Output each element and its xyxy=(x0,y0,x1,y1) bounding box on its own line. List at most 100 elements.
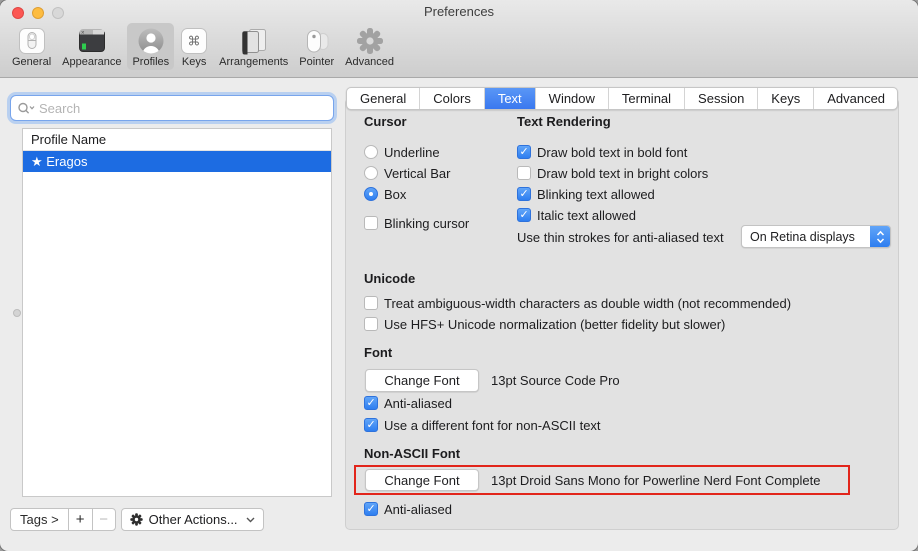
keys-command-icon: ⌘ xyxy=(180,26,208,55)
general-switch-icon xyxy=(18,26,46,55)
toolbar-item-label: Appearance xyxy=(62,56,121,68)
profile-search-field[interactable] xyxy=(10,95,334,121)
font-section-title: Font xyxy=(364,345,392,360)
toolbar-item-label: Pointer xyxy=(299,56,334,68)
other-actions-label: Other Actions... xyxy=(149,512,240,527)
arrangements-windows-icon xyxy=(240,26,268,55)
radio-label: Vertical Bar xyxy=(384,166,450,181)
hfs-normalization-checkbox[interactable] xyxy=(364,317,378,331)
draw-bold-bright-checkbox[interactable] xyxy=(517,166,531,180)
tab-text[interactable]: Text xyxy=(484,88,535,109)
toolbar-item-label: Profiles xyxy=(132,56,169,68)
toolbar-item-appearance[interactable]: × Appearance xyxy=(57,23,126,70)
tab-colors[interactable]: Colors xyxy=(419,88,484,109)
profiles-person-icon xyxy=(137,26,165,55)
svg-text:×: × xyxy=(81,30,85,36)
tab-keys[interactable]: Keys xyxy=(757,88,813,109)
toolbar-item-label: Keys xyxy=(182,56,206,68)
toolbar-item-keys[interactable]: ⌘ Keys xyxy=(175,23,213,70)
tags-button[interactable]: Tags > xyxy=(10,508,69,531)
box-radio[interactable] xyxy=(364,187,378,201)
toolbar-item-label: General xyxy=(12,56,51,68)
change-non-ascii-font-button[interactable]: Change Font xyxy=(365,469,479,491)
checkbox-label: Treat ambiguous-width characters as doub… xyxy=(384,296,791,311)
checkbox-row-different-non-ascii: Use a different font for non-ASCII text xyxy=(364,416,601,434)
radio-label: Underline xyxy=(384,145,440,160)
ambiguous-width-checkbox[interactable] xyxy=(364,296,378,310)
non-ascii-font-value: 13pt Droid Sans Mono for Powerline Nerd … xyxy=(491,473,821,488)
checkbox-label: Draw bold text in bright colors xyxy=(537,166,708,181)
profile-settings-panel: General Colors Text Window Terminal Sess… xyxy=(345,98,899,530)
radio-label: Box xyxy=(384,187,406,202)
checkbox-label: Anti-aliased xyxy=(384,396,452,411)
tab-advanced[interactable]: Advanced xyxy=(813,88,898,109)
tab-window[interactable]: Window xyxy=(535,88,608,109)
chevron-down-icon xyxy=(246,517,255,523)
svg-text:⌘: ⌘ xyxy=(188,33,201,48)
checkbox-row-hfs-normalization: Use HFS+ Unicode normalization (better f… xyxy=(364,315,725,333)
radio-row-vertical-bar: Vertical Bar xyxy=(364,164,450,182)
other-actions-button[interactable]: Other Actions... xyxy=(121,508,264,531)
cursor-section-title: Cursor xyxy=(364,114,407,129)
toolbar: General × Appearance Profiles ⌘ Keys xyxy=(7,23,399,70)
blinking-text-checkbox[interactable] xyxy=(517,187,531,201)
checkbox-label: Blinking text allowed xyxy=(537,187,655,202)
checkbox-row-blinking-cursor: Blinking cursor xyxy=(364,214,469,232)
window-title: Preferences xyxy=(0,4,918,19)
sidebar-footer: Tags > + − Other Actions... xyxy=(10,508,264,531)
toolbar-item-label: Arrangements xyxy=(219,56,288,68)
checkbox-label: Italic text allowed xyxy=(537,208,636,223)
vertical-bar-radio[interactable] xyxy=(364,166,378,180)
tab-session[interactable]: Session xyxy=(684,88,757,109)
non-ascii-antialiased-checkbox[interactable] xyxy=(364,502,378,516)
checkbox-row-blinking-text: Blinking text allowed xyxy=(517,185,655,203)
toolbar-item-label: Advanced xyxy=(345,56,394,68)
toolbar-item-general[interactable]: General xyxy=(7,23,56,70)
italic-text-checkbox[interactable] xyxy=(517,208,531,222)
thin-strokes-dropdown[interactable]: On Retina displays xyxy=(741,225,891,248)
tab-general[interactable]: General xyxy=(347,88,419,109)
gear-icon xyxy=(130,513,143,526)
antialiased-checkbox[interactable] xyxy=(364,396,378,410)
underline-radio[interactable] xyxy=(364,145,378,159)
stepper-arrows-icon xyxy=(870,226,890,247)
checkbox-label: Anti-aliased xyxy=(384,502,452,517)
checkbox-label: Use HFS+ Unicode normalization (better f… xyxy=(384,317,725,332)
different-non-ascii-checkbox[interactable] xyxy=(364,418,378,432)
checkbox-row-italic-text: Italic text allowed xyxy=(517,206,636,224)
splitter-handle[interactable] xyxy=(13,309,21,317)
unicode-section-title: Unicode xyxy=(364,271,415,286)
tab-bar: General Colors Text Window Terminal Sess… xyxy=(346,87,898,110)
toolbar-item-arrangements[interactable]: Arrangements xyxy=(214,23,293,70)
tab-terminal[interactable]: Terminal xyxy=(608,88,684,109)
search-input[interactable] xyxy=(36,101,333,116)
profile-row-eragos[interactable]: ★ Eragos xyxy=(23,151,331,172)
search-icon xyxy=(17,102,36,115)
font-value: 13pt Source Code Pro xyxy=(491,373,620,388)
pointer-mouse-icon xyxy=(303,26,331,55)
draw-bold-in-bold-checkbox[interactable] xyxy=(517,145,531,159)
change-font-button[interactable]: Change Font xyxy=(365,369,479,392)
checkbox-label: Draw bold text in bold font xyxy=(537,145,687,160)
add-profile-button[interactable]: + xyxy=(68,508,93,531)
radio-row-box: Box xyxy=(364,185,406,203)
thin-strokes-label-row: Use thin strokes for anti-aliased text xyxy=(517,228,724,246)
checkbox-row-bright-colors: Draw bold text in bright colors xyxy=(517,164,708,182)
appearance-window-icon: × xyxy=(78,26,106,55)
remove-profile-button[interactable]: − xyxy=(92,508,116,531)
toolbar-item-advanced[interactable]: Advanced xyxy=(340,23,399,70)
dropdown-selected-value: On Retina displays xyxy=(742,230,870,244)
blinking-cursor-checkbox[interactable] xyxy=(364,216,378,230)
advanced-gear-icon xyxy=(356,26,384,55)
non-ascii-font-section-title: Non-ASCII Font xyxy=(364,446,460,461)
text-rendering-section-title: Text Rendering xyxy=(517,114,611,129)
radio-row-underline: Underline xyxy=(364,143,440,161)
profile-list-header: Profile Name xyxy=(23,129,331,151)
preferences-window: Preferences General × Appearance Profile… xyxy=(0,0,918,551)
profile-list: Profile Name ★ Eragos xyxy=(22,128,332,497)
toolbar-item-pointer[interactable]: Pointer xyxy=(294,23,339,70)
toolbar-item-profiles[interactable]: Profiles xyxy=(127,23,174,70)
checkbox-row-ambiguous-width: Treat ambiguous-width characters as doub… xyxy=(364,294,791,312)
checkbox-label: Use a different font for non-ASCII text xyxy=(384,418,601,433)
checkbox-row-non-ascii-antialiased: Anti-aliased xyxy=(364,500,452,518)
